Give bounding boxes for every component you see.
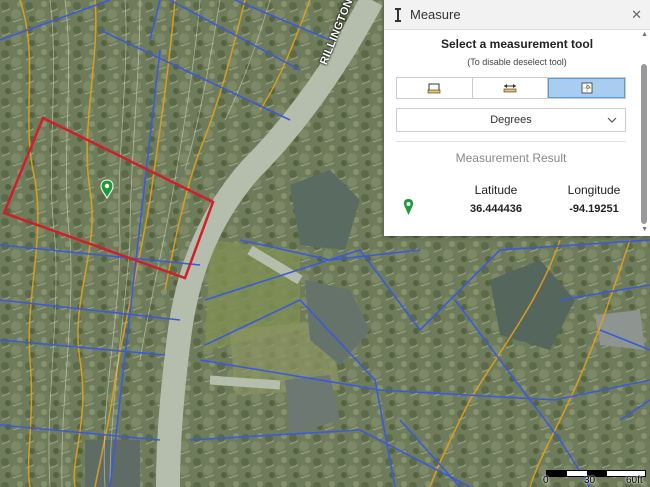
divider [396, 141, 626, 142]
scale-label-30: 30 [584, 475, 596, 486]
chevron-down-icon [607, 117, 617, 123]
measure-panel: Measure ✕ Select a measurement tool (To … [384, 0, 650, 236]
panel-title: Measure [410, 7, 461, 22]
map-pin-icon [403, 199, 414, 215]
scale-label-60: 60ft [626, 475, 643, 486]
driveway [209, 375, 281, 390]
area-tool-button[interactable] [397, 78, 473, 98]
scale-label-0: 0 [543, 475, 549, 486]
area-tool-icon [428, 83, 441, 94]
longitude-label: Longitude [567, 183, 621, 197]
close-icon[interactable]: ✕ [631, 7, 642, 23]
distance-tool-icon [503, 84, 517, 93]
house-roof [595, 310, 645, 350]
distance-tool-button[interactable] [472, 78, 549, 98]
longitude-value: -94.19251 [569, 203, 619, 215]
location-tool-icon [581, 82, 593, 94]
scrollbar-thumb[interactable] [641, 64, 647, 224]
scroll-up-icon[interactable]: ▲ [641, 31, 648, 38]
panel-header: Measure ✕ [384, 0, 650, 30]
location-tool-button[interactable] [548, 78, 626, 98]
panel-heading: Select a measurement tool [440, 37, 594, 51]
result-title: Measurement Result [455, 151, 567, 165]
measurement-tool-group [396, 77, 626, 99]
latitude-value: 36.444436 [470, 203, 522, 215]
units-select-value: Degrees [490, 114, 532, 126]
scale-bar: 0 30 60ft [540, 464, 650, 487]
ruler-icon [395, 7, 401, 22]
latitude-label: Latitude [474, 183, 518, 197]
panel-subheading: (To disable deselect tool) [467, 57, 567, 67]
scroll-down-icon[interactable]: ▼ [641, 226, 648, 233]
units-select[interactable]: Degrees [396, 108, 626, 132]
